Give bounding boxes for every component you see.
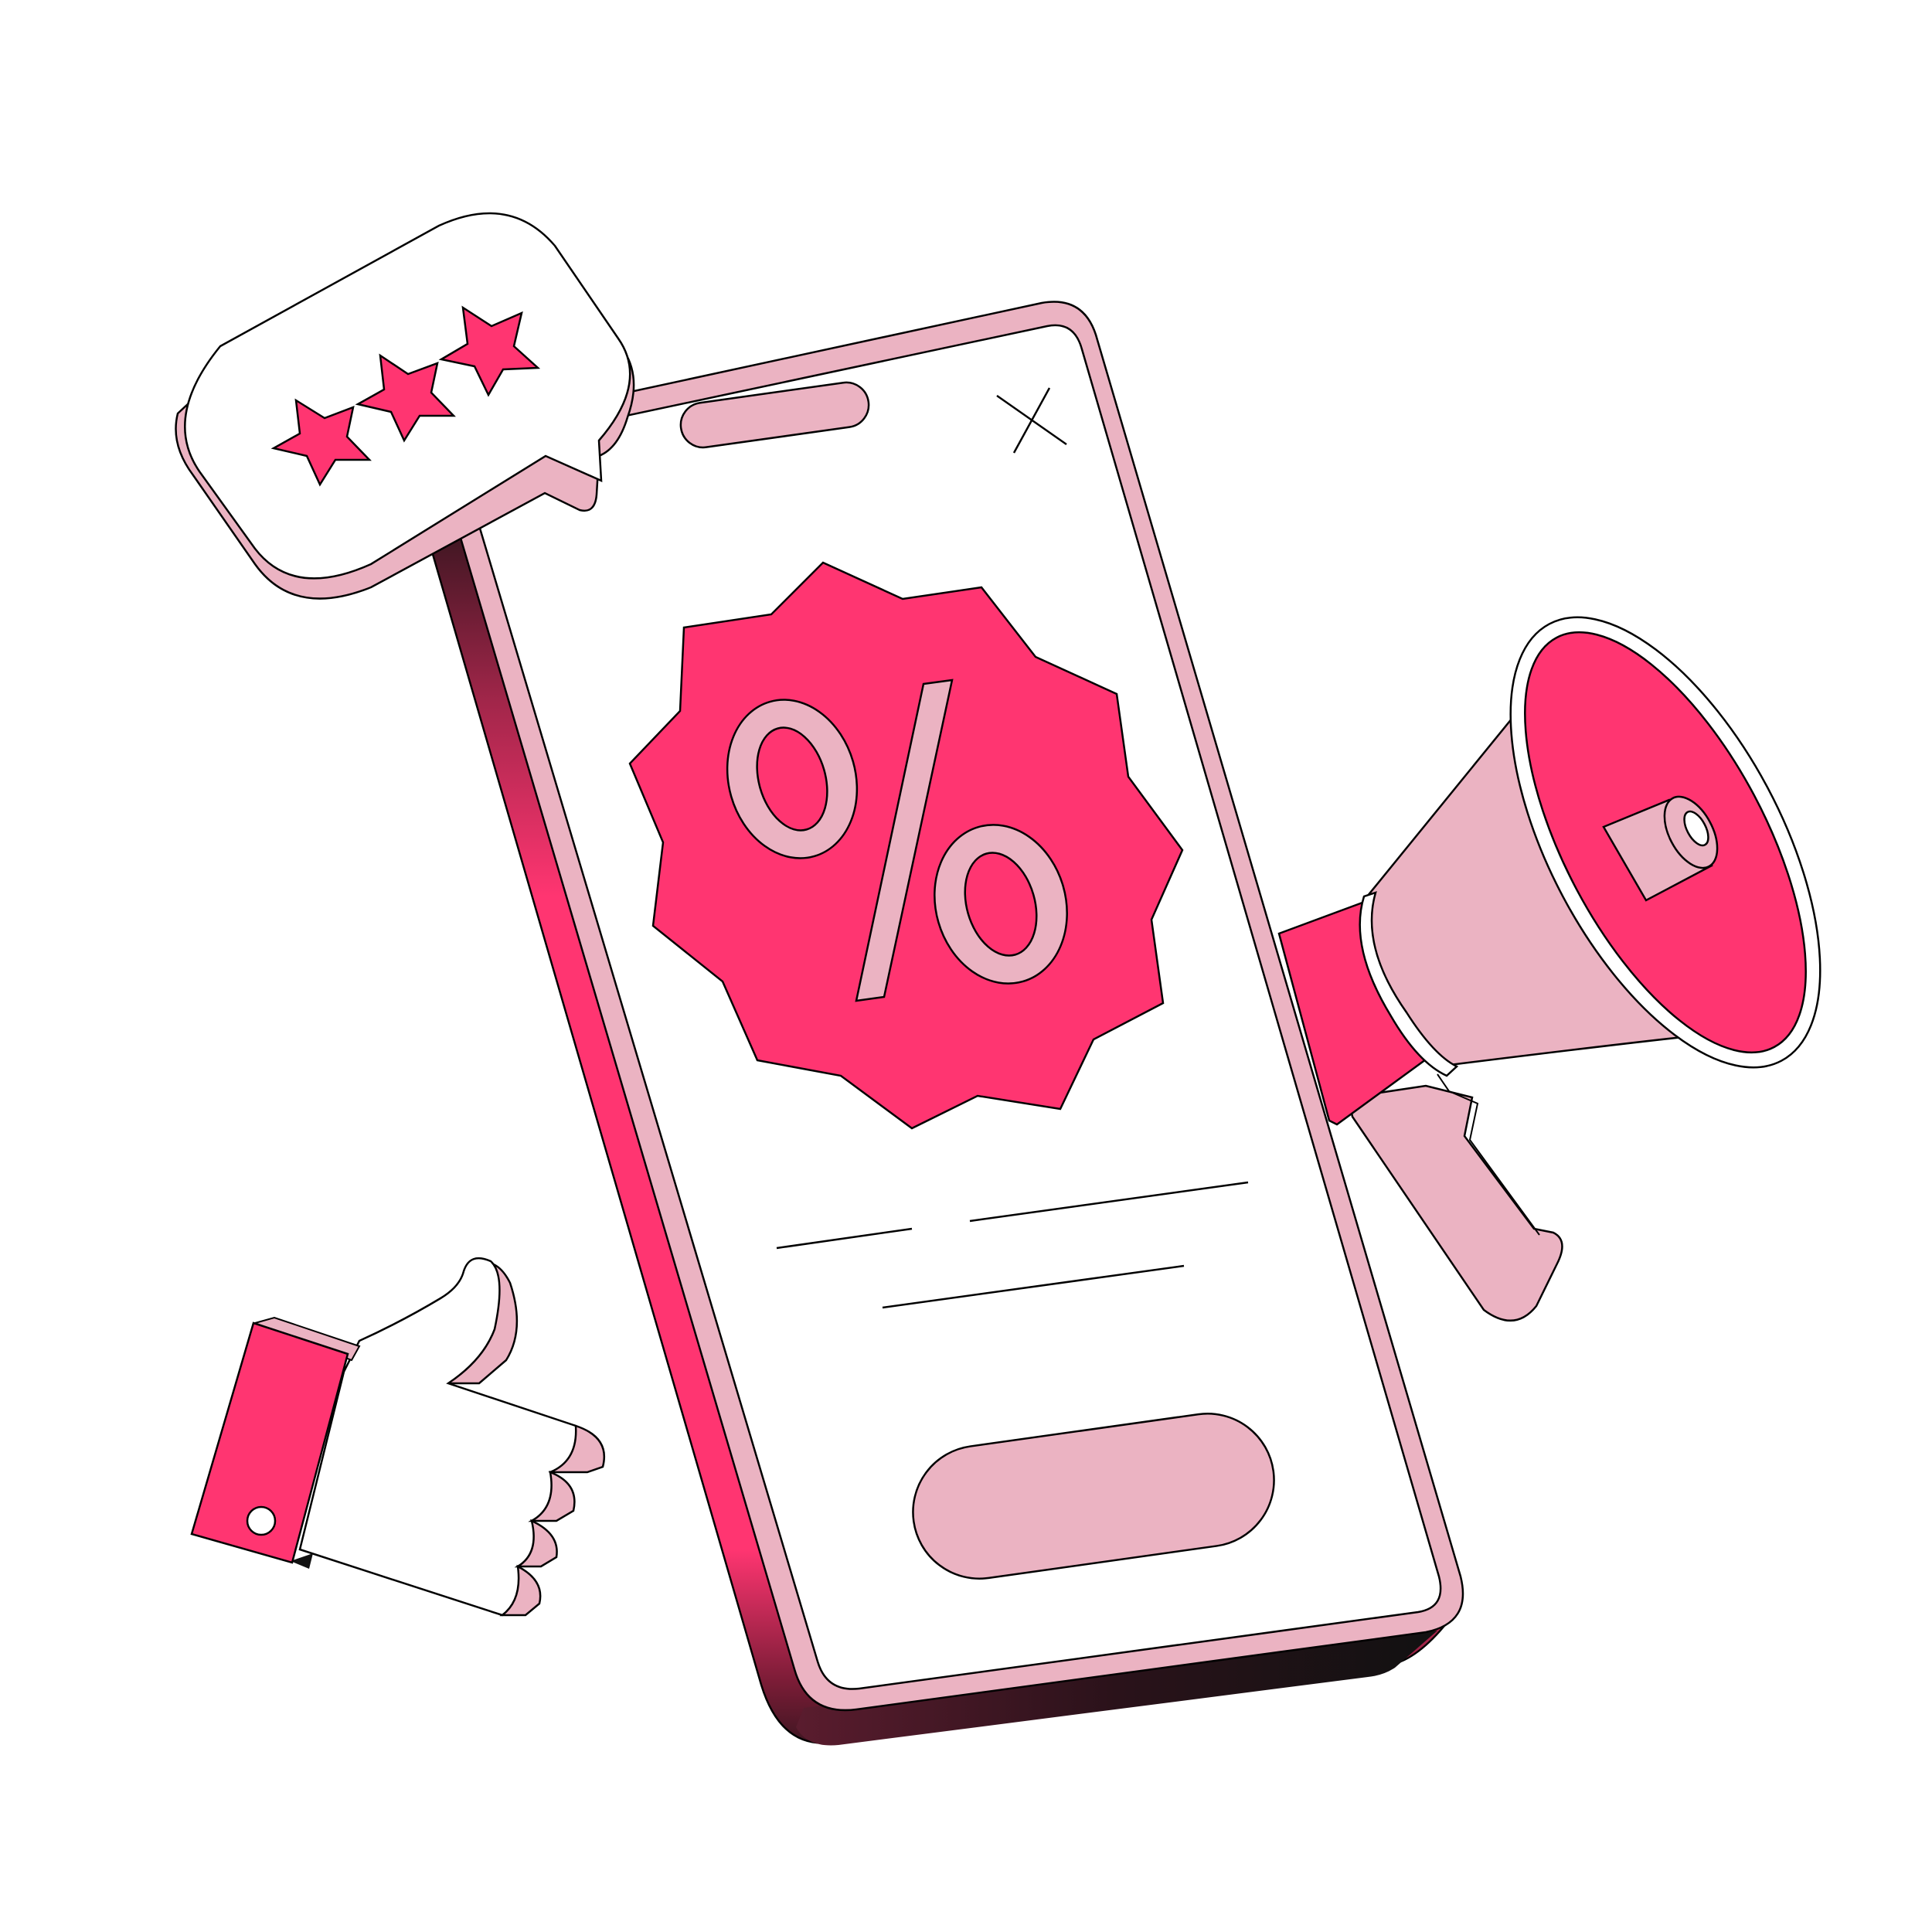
promo-illustration	[175, 212, 1821, 1746]
cuff-button	[246, 1505, 277, 1536]
thumbs-up-icon	[190, 1257, 605, 1617]
megaphone-handle	[1347, 1084, 1563, 1321]
megaphone-icon	[1277, 616, 1821, 1321]
